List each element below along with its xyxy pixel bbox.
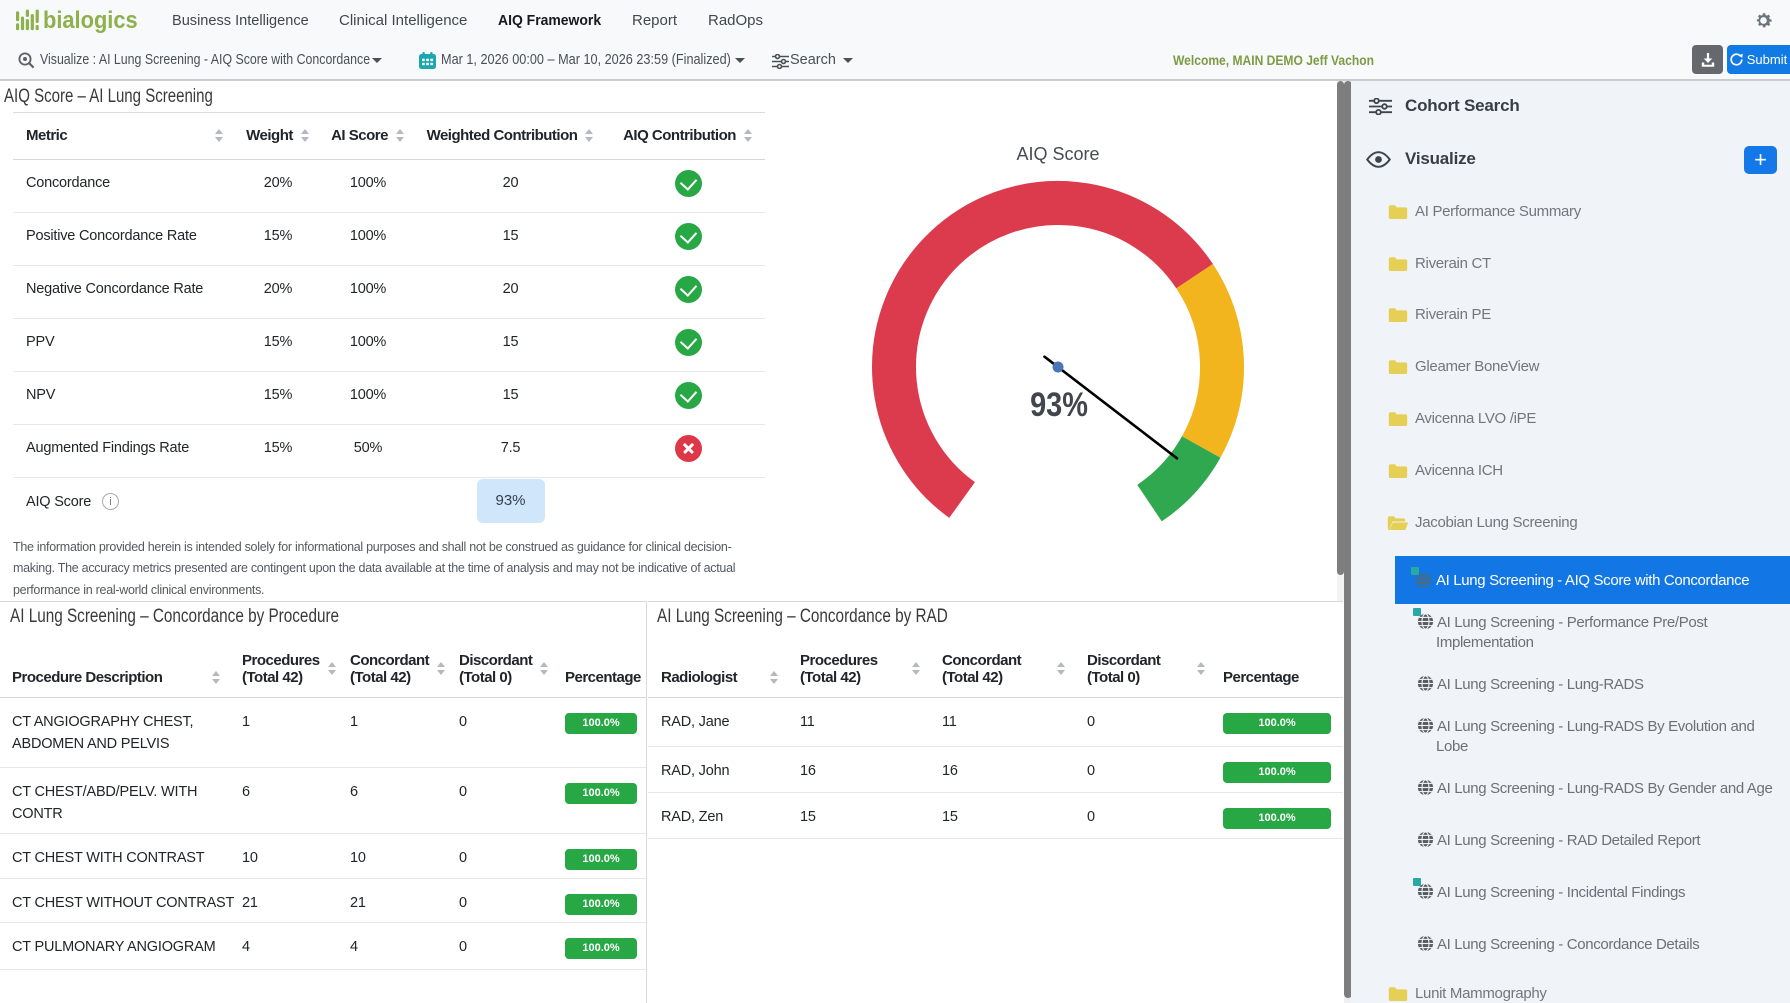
svg-text:AIQ Score: AIQ Score xyxy=(1016,144,1099,164)
svg-text:93%: 93% xyxy=(1030,385,1088,424)
